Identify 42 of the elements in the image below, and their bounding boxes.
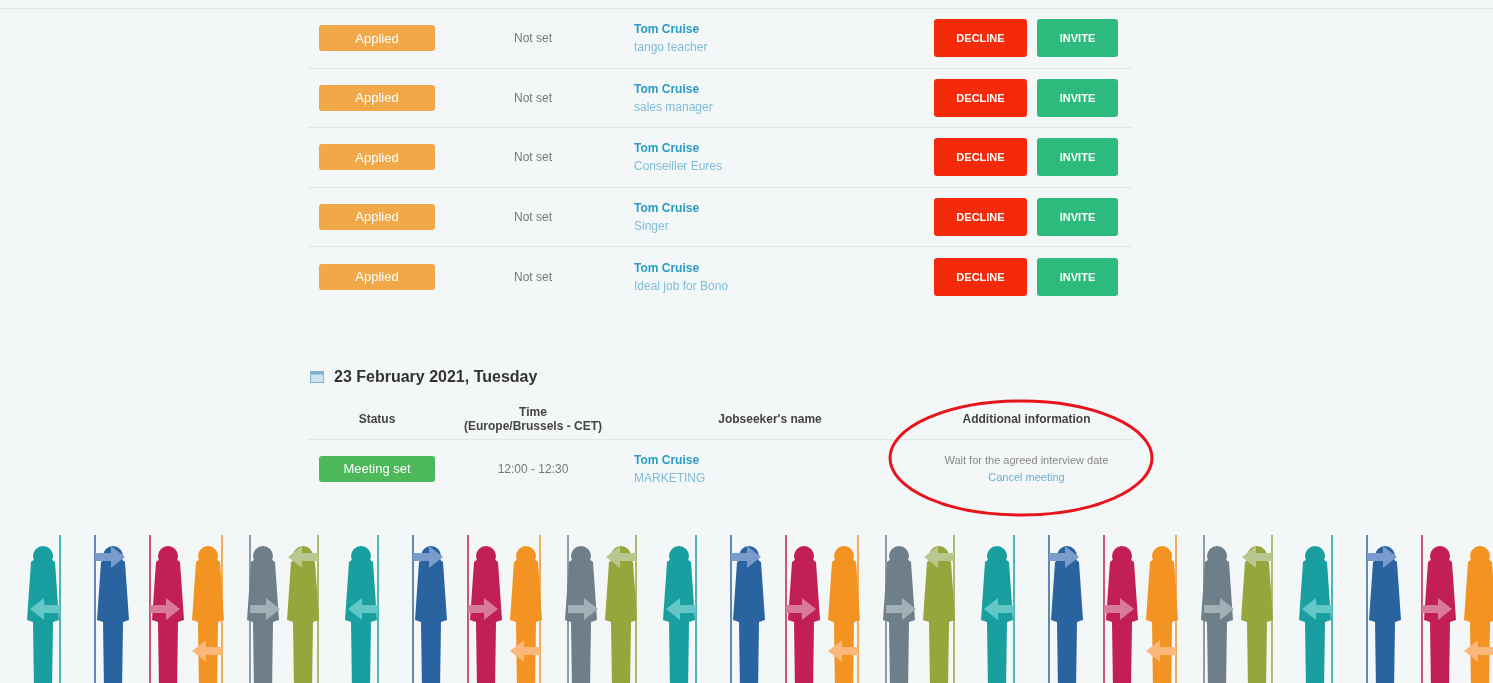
job-title: tango teacher bbox=[634, 39, 709, 57]
jobseeker-name: Tom Cruise bbox=[634, 21, 701, 39]
status-badge: Meeting set bbox=[319, 455, 435, 482]
jobseeker-name: Tom Cruise bbox=[634, 140, 701, 158]
column-header: Status bbox=[357, 411, 397, 426]
job-title: Ideal job for Bono bbox=[634, 277, 730, 295]
invite-button[interactable]: INVITE bbox=[1037, 197, 1118, 236]
decline-button[interactable]: DECLINE bbox=[934, 257, 1027, 296]
jobseeker-name: Tom Cruise bbox=[634, 80, 701, 98]
job-title: Singer bbox=[634, 217, 670, 235]
date-heading: 23 February 2021, Tuesday bbox=[334, 366, 538, 387]
decline-button[interactable]: DECLINE bbox=[934, 138, 1027, 177]
invite-button[interactable]: INVITE bbox=[1037, 138, 1118, 177]
job-title: sales manager bbox=[634, 98, 714, 116]
job-title: MARKETING bbox=[634, 469, 707, 487]
column-header: Jobseeker's name bbox=[717, 411, 823, 426]
status-badge: Applied bbox=[319, 25, 435, 52]
time-text: 12:00 - 12:30 bbox=[497, 460, 569, 478]
time-text: Not set bbox=[514, 268, 552, 286]
status-badge: Applied bbox=[319, 84, 435, 111]
invite-button[interactable]: INVITE bbox=[1037, 19, 1118, 58]
info-text: Wait for the agreed interview date bbox=[944, 453, 1109, 468]
time-text: Not set bbox=[514, 30, 552, 48]
decline-button[interactable]: DECLINE bbox=[934, 19, 1027, 58]
cancel-meeting-link[interactable]: Cancel meeting bbox=[988, 468, 1065, 485]
column-header: Time (Europe/Brussels - CET) bbox=[463, 404, 603, 433]
invite-button[interactable]: INVITE bbox=[1037, 78, 1118, 117]
time-text: Not set bbox=[514, 208, 552, 226]
status-badge: Applied bbox=[319, 144, 435, 171]
job-title: Conseiller Eures bbox=[634, 158, 724, 176]
calendar-icon bbox=[310, 370, 324, 383]
jobseeker-name: Tom Cruise bbox=[634, 259, 701, 277]
decline-button[interactable]: DECLINE bbox=[934, 78, 1027, 117]
time-text: Not set bbox=[514, 89, 552, 107]
time-text: Not set bbox=[514, 149, 552, 167]
decline-button[interactable]: DECLINE bbox=[934, 197, 1027, 236]
invite-button[interactable]: INVITE bbox=[1037, 257, 1118, 296]
status-badge: Applied bbox=[319, 263, 435, 290]
column-header: Additional information bbox=[961, 411, 1092, 426]
jobseeker-name: Tom Cruise bbox=[634, 199, 701, 217]
jobseeker-name: Tom Cruise bbox=[634, 451, 701, 469]
status-badge: Applied bbox=[319, 203, 435, 230]
